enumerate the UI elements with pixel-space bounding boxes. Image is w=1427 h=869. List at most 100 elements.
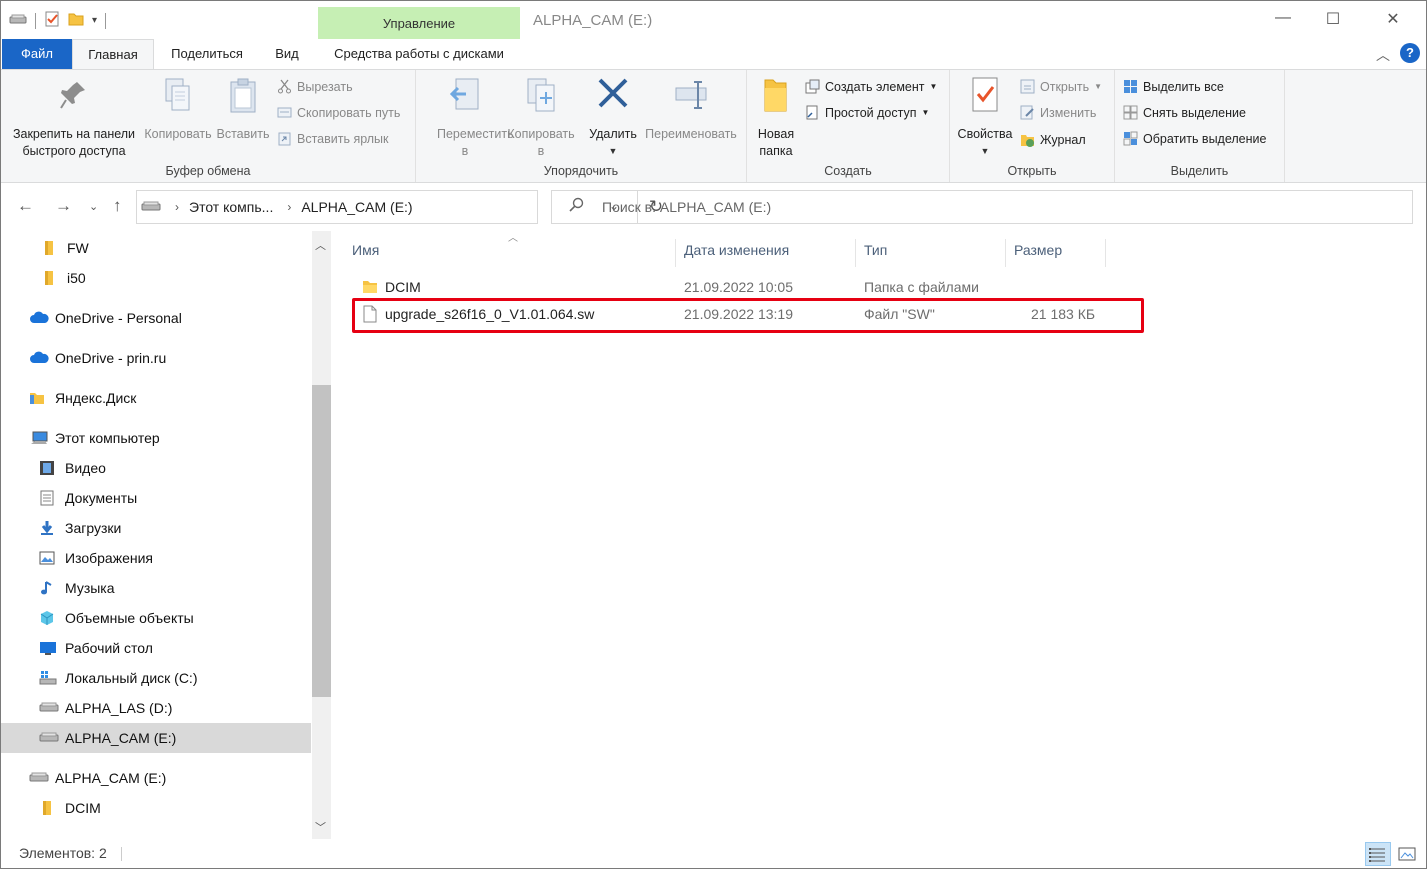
cut-button[interactable]: Вырезать — [277, 79, 353, 94]
sidebar-item[interactable]: Локальный диск (C:) — [1, 663, 311, 693]
group-label-create: Создать — [824, 164, 872, 178]
invert-selection-button[interactable]: Обратить выделение — [1123, 131, 1266, 146]
folder-icon — [41, 240, 59, 256]
context-tab-manage[interactable]: Управление — [318, 7, 520, 39]
sidebar-item-label: OneDrive - prin.ru — [55, 350, 167, 366]
delete-label: Удалить — [589, 127, 637, 141]
status-bar: Элементов: 2 — [1, 839, 1426, 869]
easy-access-button[interactable]: Простой доступ ▼ — [805, 105, 929, 120]
scroll-thumb[interactable] — [312, 385, 331, 697]
maximize-button[interactable]: ☐ — [1320, 9, 1346, 31]
recent-locations-chevron-icon[interactable]: ⌄ — [89, 200, 98, 213]
sidebar-item-label: Рабочий стол — [65, 640, 153, 656]
breadcrumb-chevron-icon[interactable]: › — [287, 200, 291, 214]
sidebar-item[interactable]: ALPHA_CAM (E:) — [1, 763, 311, 793]
sidebar-item[interactable]: Видео — [1, 453, 311, 483]
sidebar-item[interactable]: ALPHA_LAS (D:) — [1, 693, 311, 723]
sidebar-item[interactable]: Яндекс.Диск — [1, 383, 311, 413]
title-bar: ▾ Управление ALPHA_CAM (E:) — ☐ ✕ — [1, 1, 1426, 39]
forward-arrow-icon[interactable]: → — [55, 196, 72, 216]
back-arrow-icon[interactable]: ← — [17, 196, 34, 216]
scroll-up-icon[interactable]: ︿ — [315, 237, 326, 253]
large-icons-view-button[interactable] — [1394, 842, 1420, 866]
sidebar-item[interactable]: DCIM — [1, 793, 311, 823]
scroll-down-icon[interactable]: ﹀ — [315, 819, 326, 835]
sidebar-item[interactable]: Музыка — [1, 573, 311, 603]
paste-icon — [226, 76, 260, 114]
sidebar-item[interactable]: Загрузки — [1, 513, 311, 543]
ribbon-collapse-icon[interactable]: ︿ — [1376, 45, 1390, 65]
sidebar-item[interactable]: Этот компьютер — [1, 423, 311, 453]
sidebar-item[interactable]: Объемные объекты — [1, 603, 311, 633]
sidebar-item[interactable]: i50 — [1, 263, 311, 293]
properties-icon[interactable] — [44, 11, 60, 30]
sidebar-item[interactable]: OneDrive - prin.ru — [1, 343, 311, 373]
paste-button[interactable]: Вставить — [215, 76, 271, 143]
new-folder-button[interactable]: Новая папка — [753, 76, 799, 160]
sidebar-item[interactable]: Рабочий стол — [1, 633, 311, 663]
rename-button[interactable]: Переименовать — [642, 76, 740, 143]
copy-label: Копировать — [144, 127, 212, 141]
column-header-type[interactable]: Тип — [856, 239, 1006, 267]
tab-view[interactable]: Вид — [263, 39, 311, 69]
breadcrumb-this-pc[interactable]: Этот компь... — [189, 199, 273, 215]
pin-quick-access-button[interactable]: Закрепить на панели быстрого доступа — [7, 76, 141, 160]
minimize-button[interactable]: — — [1270, 9, 1296, 31]
sidebar-item[interactable]: Документы — [1, 483, 311, 513]
help-icon[interactable]: ? — [1400, 43, 1420, 63]
copy-to-label: Копировать в — [507, 127, 575, 158]
delete-dropdown-icon[interactable]: ▼ — [584, 143, 642, 160]
paste-shortcut-label: Вставить ярлык — [297, 131, 389, 146]
properties-button[interactable]: Свойства ▼ — [954, 76, 1016, 160]
copy-to-button[interactable]: Копировать в — [504, 76, 578, 160]
tab-file[interactable]: Файл — [2, 39, 72, 69]
tab-home[interactable]: Главная — [72, 39, 154, 70]
select-none-button[interactable]: Снять выделение — [1123, 105, 1246, 120]
address-bar[interactable]: › Этот компь... › ALPHA_CAM (E:) ⌄ ↻ — [136, 190, 663, 224]
details-view-button[interactable] — [1365, 842, 1391, 866]
documents-icon — [39, 490, 57, 506]
select-all-button[interactable]: Выделить все — [1123, 79, 1224, 94]
file-modified: 21.09.2022 10:05 — [684, 279, 793, 295]
search-box[interactable]: Поиск в: ALPHA_CAM (E:) — [551, 190, 1413, 224]
copy-path-button[interactable]: Скопировать путь — [277, 105, 400, 120]
open-button[interactable]: Открыть ▼ — [1020, 79, 1102, 94]
sidebar-item[interactable]: FW — [1, 233, 311, 263]
items-count: Элементов: 2 — [19, 845, 107, 861]
paste-shortcut-button[interactable]: Вставить ярлык — [277, 131, 389, 146]
copy-to-icon — [524, 76, 558, 114]
qat-separator — [35, 12, 36, 29]
breadcrumb-chevron-icon[interactable]: › — [175, 200, 179, 214]
history-button[interactable]: Журнал — [1020, 132, 1086, 147]
close-button[interactable]: ✕ — [1380, 9, 1406, 31]
column-header-size[interactable]: Размер — [1006, 239, 1106, 267]
customize-qat-icon[interactable]: ▾ — [92, 15, 97, 26]
tab-drive-tools[interactable]: Средства работы с дисками — [318, 39, 520, 69]
tab-share[interactable]: Поделиться — [161, 39, 253, 69]
sidebar-item[interactable]: Изображения — [1, 543, 311, 573]
new-folder-icon[interactable] — [68, 11, 84, 30]
column-header-name[interactable]: Имя — [352, 239, 676, 267]
up-arrow-icon[interactable]: ↑ — [113, 196, 122, 216]
navigation-pane: ︿ ﹀ FW i50 OneDrive - Personal OneDrive - p… — [1, 231, 332, 839]
nav-scrollbar[interactable]: ︿ ﹀ — [312, 231, 331, 839]
sidebar-item-label: Музыка — [65, 580, 115, 596]
move-to-button[interactable]: Переместить в — [422, 76, 514, 160]
file-name: DCIM — [385, 279, 421, 295]
folder-icon — [362, 279, 378, 298]
sidebar-item[interactable]: OneDrive - Personal — [1, 303, 311, 333]
copy-button[interactable]: Копировать — [141, 76, 215, 143]
sidebar-item-label: Документы — [65, 490, 138, 506]
delete-button[interactable]: Удалить ▼ — [584, 76, 642, 160]
properties-dropdown-icon[interactable]: ▼ — [954, 143, 1016, 160]
pictures-icon — [39, 550, 57, 566]
column-header-modified[interactable]: Дата изменения — [676, 239, 856, 267]
properties-label: Свойства — [957, 127, 1013, 141]
new-item-button[interactable]: Создать элемент ▼ — [805, 79, 937, 94]
sidebar-item[interactable]: ALPHA_CAM (E:) — [1, 723, 311, 753]
edit-button[interactable]: Изменить — [1020, 105, 1096, 120]
drive-icon — [9, 13, 27, 28]
drive-icon — [141, 200, 161, 215]
select-none-label: Снять выделение — [1143, 105, 1246, 120]
breadcrumb-drive[interactable]: ALPHA_CAM (E:) — [301, 199, 412, 215]
